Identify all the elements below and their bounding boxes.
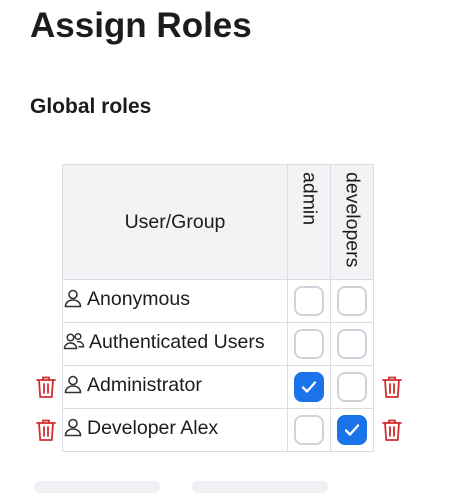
delete-developer-alex-right-button[interactable] xyxy=(381,418,403,447)
user-name: Authenticated Users xyxy=(89,331,265,353)
bottom-button-right[interactable] xyxy=(192,481,328,493)
checkbox-anonymous-developers[interactable] xyxy=(337,286,367,316)
section-title: Global roles xyxy=(30,95,152,118)
checkbox-authenticated-admin[interactable] xyxy=(294,329,324,359)
checkbox-administrator-developers[interactable] xyxy=(337,372,367,402)
role-header-admin: admin xyxy=(287,164,331,280)
table-row: Anonymous xyxy=(62,279,374,323)
trash-icon xyxy=(36,419,56,441)
trash-icon xyxy=(382,419,402,441)
table-row: Authenticated Users xyxy=(62,322,374,366)
checkbox-developer-alex-developers[interactable] xyxy=(337,415,367,445)
group-icon xyxy=(63,331,85,357)
delete-administrator-left-button[interactable] xyxy=(35,375,57,404)
role-header-label: admin xyxy=(298,172,321,226)
delete-administrator-right-button[interactable] xyxy=(381,375,403,404)
user-name: Anonymous xyxy=(87,288,190,310)
checkbox-administrator-admin[interactable] xyxy=(294,372,324,402)
user-name: Administrator xyxy=(87,374,202,396)
user-icon xyxy=(63,288,83,314)
roles-table: User/Group admin developers Anonymous Au… xyxy=(62,164,374,452)
role-header-developers: developers xyxy=(330,164,374,280)
user-cell: Administrator xyxy=(62,365,288,409)
table-row: Administrator xyxy=(62,365,374,409)
delete-developer-alex-left-button[interactable] xyxy=(35,418,57,447)
user-icon xyxy=(63,374,83,400)
checkbox-developer-alex-admin[interactable] xyxy=(294,415,324,445)
trash-icon xyxy=(36,376,56,398)
user-cell: Developer Alex xyxy=(62,408,288,452)
trash-icon xyxy=(382,376,402,398)
checkmark-icon xyxy=(301,381,317,393)
role-header-label: developers xyxy=(341,172,364,268)
user-cell: Anonymous xyxy=(62,279,288,323)
page-title: Assign Roles xyxy=(30,6,252,45)
header-row: User/Group admin developers xyxy=(62,164,374,280)
bottom-button-left[interactable] xyxy=(34,481,160,493)
checkbox-anonymous-admin[interactable] xyxy=(294,286,324,316)
user-name: Developer Alex xyxy=(87,417,219,439)
table-row: Developer Alex xyxy=(62,408,374,452)
checkmark-icon xyxy=(344,424,360,436)
user-cell: Authenticated Users xyxy=(62,322,288,366)
checkbox-authenticated-developers[interactable] xyxy=(337,329,367,359)
user-icon xyxy=(63,417,83,443)
user-group-header: User/Group xyxy=(62,164,288,280)
